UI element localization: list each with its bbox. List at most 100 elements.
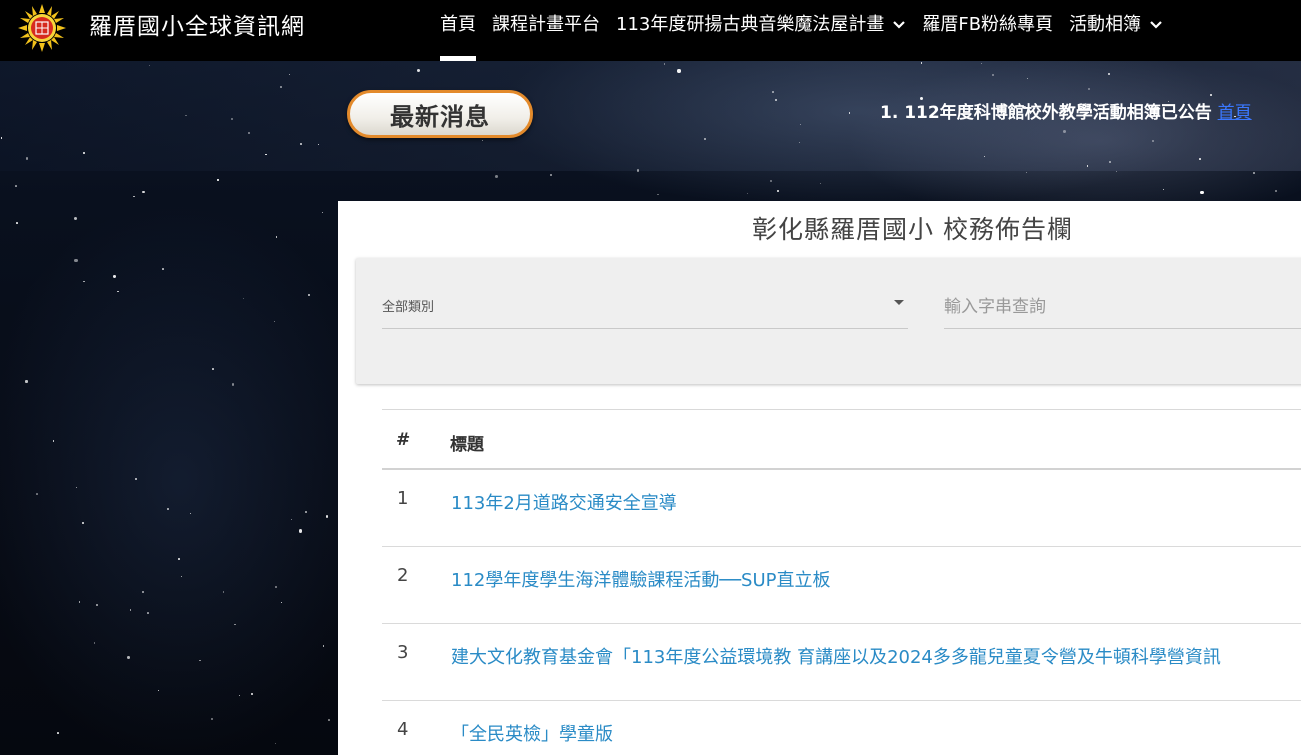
- star: [799, 123, 801, 125]
- star: [142, 190, 145, 194]
- star: [74, 258, 78, 262]
- star: [300, 143, 302, 145]
- star: [279, 86, 282, 88]
- table-row: 1 113年2月道路交通安全宣導: [382, 470, 1301, 547]
- main-nav: 首頁 課程計畫平台 113年度研揚古典音樂魔法屋計畫 羅厝FB粉絲專頁 活動相簿: [440, 0, 1179, 61]
- star: [147, 611, 149, 614]
- star: [25, 380, 28, 383]
- star: [1107, 73, 1110, 76]
- star: [481, 139, 483, 141]
- top-navigation-bar: 羅厝國小全球資訊網 首頁 課程計畫平台 113年度研揚古典音樂魔法屋計畫 羅厝F…: [0, 0, 1301, 61]
- category-select[interactable]: 全部類別: [382, 286, 908, 329]
- star: [93, 642, 96, 644]
- star: [247, 132, 250, 135]
- nav-item-label: 羅厝FB粉絲專頁: [922, 14, 1054, 35]
- nav-item-fb-page[interactable]: 羅厝FB粉絲專頁: [922, 0, 1069, 61]
- star: [217, 179, 219, 181]
- star: [35, 493, 38, 495]
- nav-item-curriculum[interactable]: 課程計畫平台: [492, 0, 616, 61]
- star: [776, 189, 779, 192]
- star: [148, 64, 150, 66]
- chevron-down-icon: [1150, 21, 1162, 29]
- star: [848, 112, 851, 114]
- star: [25, 157, 29, 160]
- row-title-link[interactable]: 「全民英檢」學童版: [451, 720, 613, 746]
- nav-item-albums[interactable]: 活動相簿: [1069, 0, 1179, 61]
- star: [677, 69, 681, 73]
- star: [16, 222, 18, 224]
- nav-item-music-project[interactable]: 113年度研揚古典音樂魔法屋計畫: [616, 0, 922, 61]
- column-header-title: 標題: [450, 435, 484, 455]
- star: [550, 173, 553, 176]
- star: [1115, 170, 1117, 172]
- star: [189, 512, 191, 515]
- star: [265, 153, 267, 156]
- latest-news-badge[interactable]: 最新消息: [347, 90, 533, 138]
- row-title-link[interactable]: 113年2月道路交通安全宣導: [451, 489, 677, 515]
- table-header: # 標題: [382, 410, 1301, 470]
- star: [274, 585, 277, 588]
- nav-item-label: 課程計畫平台: [492, 14, 600, 35]
- row-title-link[interactable]: 建大文化教育基金會「113年度公益環境教 育講座以及2024多多龍兒童夏令營及牛…: [451, 643, 1221, 669]
- filter-box: 全部類別: [356, 258, 1301, 384]
- row-title-link[interactable]: 112學年度學生海洋體驗課程活動──SUP直立板: [451, 566, 830, 592]
- star: [134, 477, 137, 480]
- star: [178, 558, 180, 561]
- search-input[interactable]: [944, 286, 1301, 329]
- star: [0, 137, 3, 139]
- star: [75, 487, 77, 489]
- star: [199, 659, 201, 661]
- star: [238, 694, 240, 696]
- bulletin-table: # 標題 1 113年2月道路交通安全宣導 2 112學年度學生海洋體驗課程活動…: [382, 409, 1301, 755]
- star: [15, 185, 18, 187]
- column-header-number: #: [396, 430, 411, 450]
- star: [328, 719, 330, 721]
- star: [96, 603, 98, 606]
- star: [1209, 93, 1213, 96]
- row-number: 2: [397, 565, 409, 586]
- star: [117, 290, 119, 293]
- star: [1199, 158, 1201, 160]
- table-row: 3 建大文化教育基金會「113年度公益環境教 育講座以及2024多多龍兒童夏令營…: [382, 624, 1301, 701]
- category-select-label: 全部類別: [382, 300, 435, 315]
- nav-item-home[interactable]: 首頁: [440, 0, 492, 61]
- table-row: 4 「全民英檢」學童版: [382, 701, 1301, 755]
- nav-item-label: 首頁: [440, 14, 476, 35]
- star: [305, 511, 307, 513]
- star: [798, 141, 800, 143]
- news-ticker-text: 1. 112年度科博館校外教學活動相簿已公告: [880, 103, 1212, 123]
- nav-item-label: 113年度研揚古典音樂魔法屋計畫: [616, 14, 885, 35]
- star: [161, 268, 164, 271]
- row-number: 3: [397, 642, 409, 663]
- star: [275, 236, 278, 238]
- star: [1087, 87, 1091, 90]
- star: [1026, 77, 1028, 80]
- dropdown-arrow-icon: [894, 300, 904, 305]
- news-ticker: 1. 112年度科博館校外教學活動相簿已公告 首頁: [880, 102, 1252, 124]
- star: [222, 591, 225, 593]
- nav-item-label: 活動相簿: [1069, 14, 1142, 35]
- star: [298, 529, 303, 533]
- star: [141, 591, 144, 594]
- star: [82, 151, 85, 154]
- star: [185, 114, 187, 117]
- star: [57, 732, 59, 734]
- bulletin-panel: 彰化縣羅厝國小 校務佈告欄 全部類別 # 標題 1 113年2月道路交通安全宣導…: [338, 201, 1301, 755]
- star: [113, 275, 116, 278]
- row-number: 1: [397, 488, 409, 509]
- site-title[interactable]: 羅厝國小全球資訊網: [89, 13, 305, 41]
- news-ticker-link[interactable]: 首頁: [1218, 103, 1252, 123]
- star: [180, 575, 182, 577]
- star: [322, 645, 324, 647]
- star: [212, 368, 214, 370]
- star: [1253, 171, 1255, 174]
- table-row: 2 112學年度學生海洋體驗課程活動──SUP直立板: [382, 547, 1301, 624]
- star: [772, 91, 775, 93]
- star: [983, 156, 985, 158]
- bulletin-title: 彰化縣羅厝國小 校務佈告欄: [752, 215, 1073, 244]
- school-sun-logo-icon[interactable]: [17, 3, 67, 53]
- chevron-down-icon: [893, 21, 906, 29]
- row-number: 4: [397, 719, 409, 740]
- star: [250, 692, 253, 696]
- star: [1062, 129, 1066, 133]
